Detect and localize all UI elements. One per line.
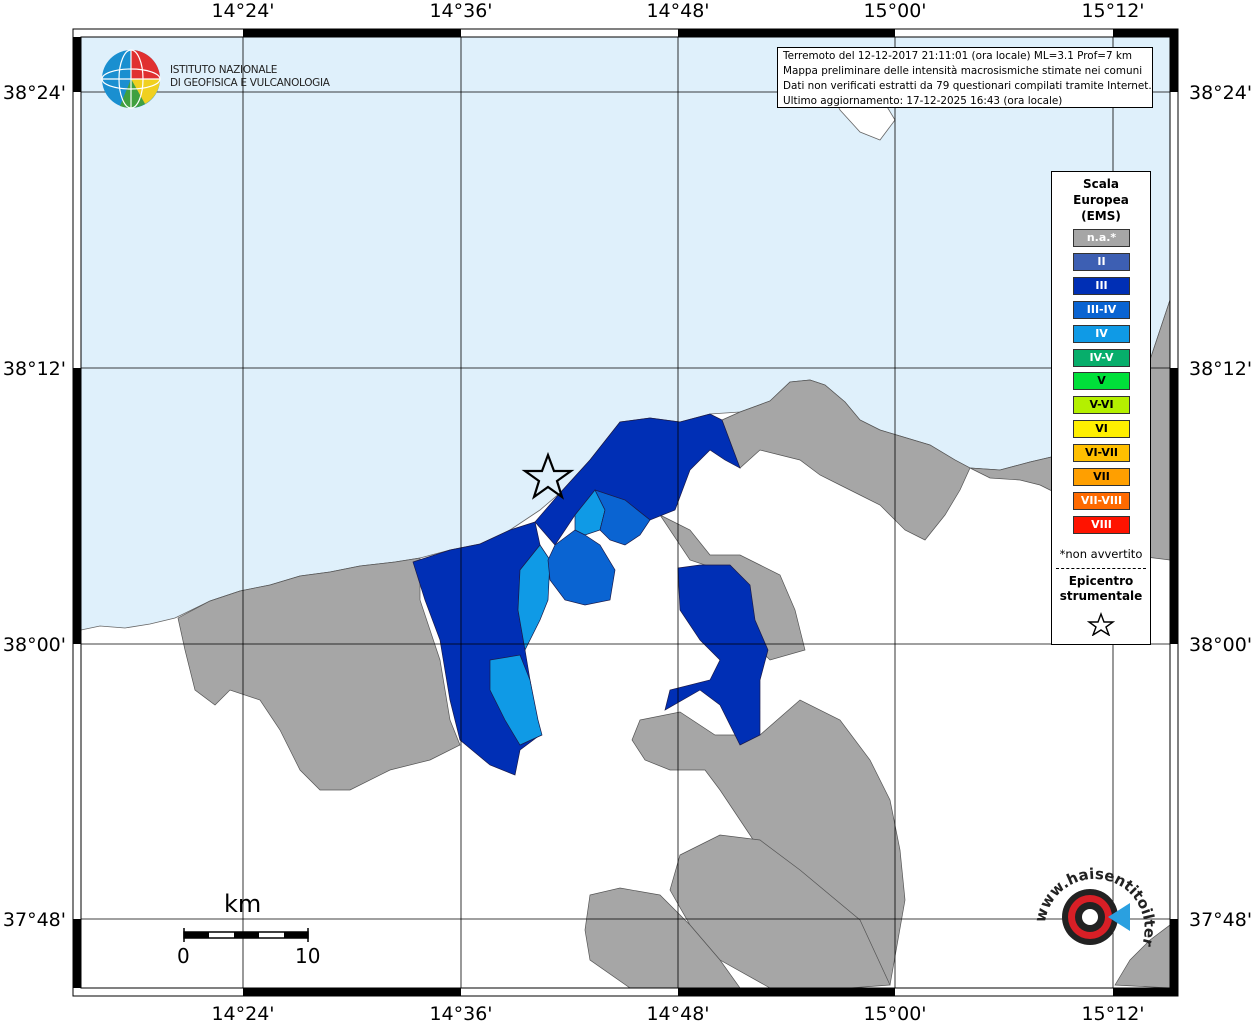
- lat-label: 37°48': [1189, 909, 1252, 931]
- lat-label: 38°24': [3, 82, 66, 104]
- legend-swatch: VI-VII: [1073, 444, 1130, 463]
- legend-divider: [1056, 568, 1146, 569]
- lat-label: 38°24': [1189, 82, 1252, 104]
- scale-min-label: 0: [177, 944, 190, 968]
- logo-line: ISTITUTO NAZIONALE: [170, 64, 278, 76]
- lon-label: 14°48': [646, 0, 709, 22]
- legend-note: *non avvertito: [1059, 547, 1143, 561]
- scale-max-label: 10: [295, 944, 321, 968]
- lat-labels-left: 38°24' 38°12' 38°00' 37°48': [3, 82, 66, 931]
- intensity-legend: Scala Europea (EMS) n.a.* II III III-IV IV IV…: [1051, 171, 1151, 645]
- legend-swatch: III: [1073, 276, 1130, 295]
- lat-label: 38°12': [3, 358, 66, 380]
- legend-swatch: IV-V: [1073, 348, 1130, 367]
- lon-label: 15°12': [1081, 0, 1144, 22]
- haisentito-logo: www.haisentitoilterremoto.it: [1030, 855, 1159, 949]
- legend-swatch: III-IV: [1073, 300, 1130, 319]
- lon-label: 15°00': [863, 0, 926, 22]
- legend-swatch: VII: [1073, 468, 1130, 486]
- map-area: [81, 37, 1170, 988]
- info-line: Terremoto del 12-12-2017 21:11:01 (ora l…: [783, 50, 1133, 62]
- logo-text: ISTITUTO NAZIONALE DI GEOFISICA E VULCAN…: [170, 64, 330, 90]
- globe-icon: [101, 49, 161, 109]
- info-line: Dati non verificati estratti da 79 quest…: [783, 80, 1152, 92]
- lat-label: 38°00': [1189, 634, 1252, 656]
- lon-labels-top: 14°24' 14°36' 14°48' 15°00' 15°12': [211, 0, 1144, 22]
- ingv-logo: ISTITUTO NAZIONALE DI GEOFISICA E VULCAN…: [100, 48, 330, 110]
- legend-swatch: n.a.*: [1073, 229, 1130, 247]
- legend-swatch: V: [1073, 372, 1130, 391]
- lat-label: 38°12': [1189, 358, 1252, 380]
- legend-swatch: VIII: [1073, 515, 1130, 534]
- lon-label: 14°48': [646, 1003, 709, 1024]
- legend-swatch: II: [1073, 252, 1130, 271]
- scale-bar: km 0 10: [170, 890, 330, 970]
- scale-unit: km: [224, 890, 262, 918]
- event-info-box: Terremoto del 12-12-2017 21:11:01 (ora l…: [777, 47, 1153, 108]
- lat-labels-right: 38°24' 38°12' 38°00' 37°48': [1189, 82, 1252, 931]
- lon-label: 15°12': [1081, 1003, 1144, 1024]
- legend-swatch: VI: [1073, 420, 1130, 439]
- info-line: Mappa preliminare delle intensità macros…: [783, 65, 1143, 77]
- lon-label: 14°36': [429, 1003, 492, 1024]
- legend-title: Scala Europea (EMS): [1073, 177, 1129, 223]
- star-icon: [1087, 612, 1115, 636]
- legend-swatch: IV: [1073, 324, 1130, 343]
- lon-label: 15°00': [863, 1003, 926, 1024]
- lat-label: 38°00': [3, 634, 66, 656]
- lon-label: 14°24': [211, 1003, 274, 1024]
- info-line: Ultimo aggiornamento: 17-12-2025 16:43 (…: [783, 95, 1063, 107]
- lat-label: 37°48': [3, 909, 66, 931]
- lon-label: 14°24': [211, 0, 274, 22]
- lon-labels-bottom: 14°24' 14°36' 14°48' 15°00' 15°12': [211, 1003, 1144, 1024]
- logo-line: DI GEOFISICA E VULCANOLOGIA: [170, 77, 330, 89]
- lon-label: 14°36': [429, 0, 492, 22]
- legend-swatch: V-VI: [1073, 396, 1130, 415]
- legend-epicenter-label: Epicentro strumentale: [1059, 574, 1143, 603]
- legend-swatch: VII-VIII: [1073, 491, 1130, 510]
